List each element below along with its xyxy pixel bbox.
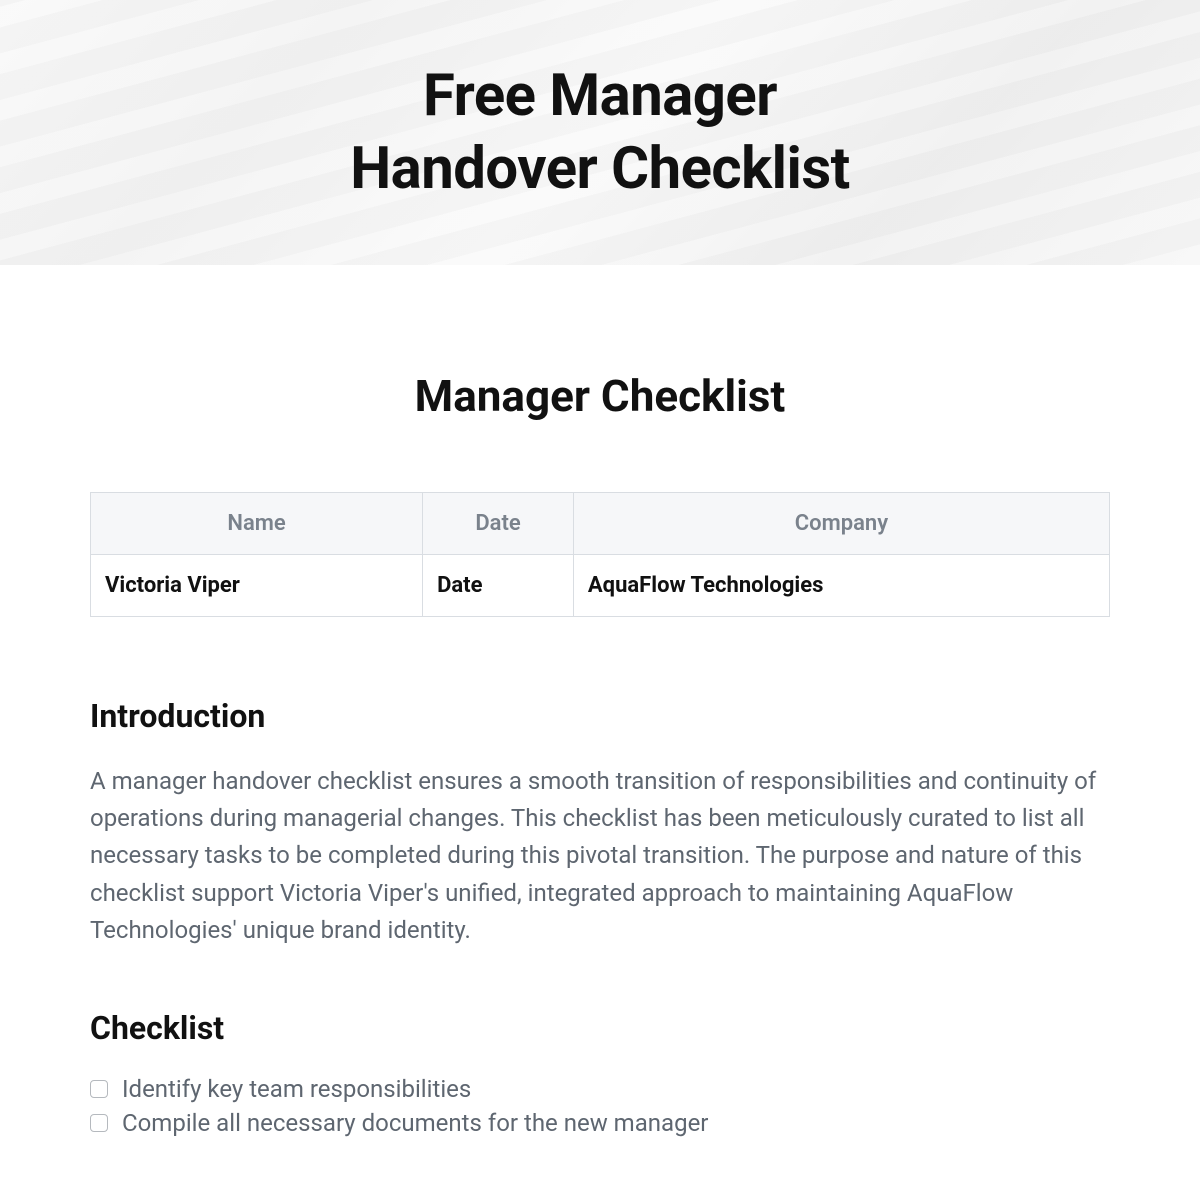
hero-title: Free Manager Handover Checklist — [350, 60, 850, 205]
document-content: Manager Checklist Name Date Company Vict… — [0, 370, 1200, 1137]
checkbox-icon[interactable] — [90, 1080, 108, 1098]
info-cell-company: AquaFlow Technologies — [573, 555, 1109, 617]
introduction-body: A manager handover checklist ensures a s… — [90, 763, 1110, 949]
checklist-heading: Checklist — [90, 1009, 1110, 1047]
checklist-item-label: Compile all necessary documents for the … — [122, 1109, 708, 1137]
checklist-item: Identify key team responsibilities — [90, 1075, 1110, 1103]
hero-title-line1: Free Manager — [423, 62, 777, 130]
hero-banner: Free Manager Handover Checklist — [0, 0, 1200, 265]
info-cell-name: Victoria Viper — [91, 555, 423, 617]
introduction-heading: Introduction — [90, 697, 1110, 735]
info-table-row: Victoria Viper Date AquaFlow Technologie… — [91, 555, 1110, 617]
checkbox-icon[interactable] — [90, 1114, 108, 1132]
checklist-list: Identify key team responsibilities Compi… — [90, 1075, 1110, 1137]
info-header-company: Company — [573, 493, 1109, 555]
info-header-date: Date — [423, 493, 574, 555]
info-table: Name Date Company Victoria Viper Date Aq… — [90, 492, 1110, 617]
info-cell-date: Date — [423, 555, 574, 617]
document-title: Manager Checklist — [90, 370, 1110, 422]
checklist-item-label: Identify key team responsibilities — [122, 1075, 471, 1103]
info-table-header-row: Name Date Company — [91, 493, 1110, 555]
info-header-name: Name — [91, 493, 423, 555]
checklist-item: Compile all necessary documents for the … — [90, 1109, 1110, 1137]
hero-title-line2: Handover Checklist — [350, 135, 850, 203]
